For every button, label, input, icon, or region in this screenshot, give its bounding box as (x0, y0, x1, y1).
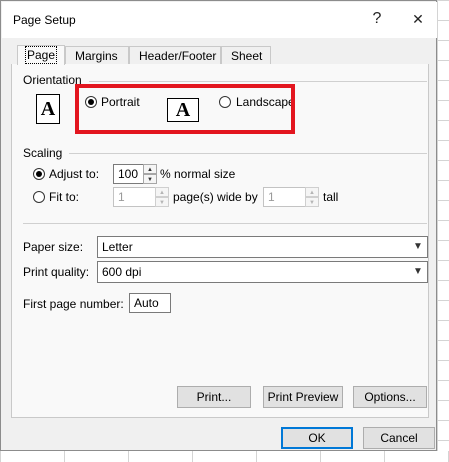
spin-down-icon[interactable]: ▼ (305, 197, 319, 207)
adjust-to-label[interactable]: Adjust to: (49, 167, 99, 181)
fit-to-radio[interactable] (33, 191, 45, 203)
adjust-to-spin-buttons[interactable]: ▲ ▼ (143, 164, 157, 184)
tab-page[interactable]: Page (17, 45, 65, 65)
tab-page-label: Page (24, 46, 58, 64)
tab-sheet-label: Sheet (231, 49, 263, 63)
portrait-radio[interactable] (85, 96, 97, 108)
fit-wide-value: 1 (118, 190, 125, 204)
landscape-page-icon: A (167, 98, 199, 122)
orientation-separator (89, 81, 427, 82)
fit-tall-spin-buttons[interactable]: ▲ ▼ (305, 187, 319, 207)
print-preview-button[interactable]: Print Preview (263, 386, 343, 408)
adjust-to-suffix: % normal size (160, 167, 236, 181)
paper-size-dropdown[interactable]: Letter ▼ (97, 236, 428, 258)
paper-size-value: Letter (102, 240, 133, 254)
spreadsheet-grid-edge (437, 0, 449, 462)
dropdown-arrow-icon[interactable]: ▼ (409, 262, 427, 282)
landscape-radio[interactable] (219, 96, 231, 108)
spin-up-icon[interactable]: ▲ (155, 187, 169, 197)
tab-margins[interactable]: Margins (65, 46, 129, 64)
orientation-heading: Orientation (23, 73, 82, 87)
portrait-label[interactable]: Portrait (101, 95, 140, 109)
spin-down-icon[interactable]: ▼ (143, 174, 157, 184)
scaling-heading: Scaling (23, 146, 63, 160)
print-button[interactable]: Print... (177, 386, 251, 408)
scaling-bottom-separator (23, 223, 427, 224)
spin-down-icon[interactable]: ▼ (155, 197, 169, 207)
first-page-number-field[interactable]: Auto (129, 293, 171, 313)
help-icon[interactable]: ? (359, 3, 395, 35)
adjust-to-radio[interactable] (33, 168, 45, 180)
portrait-page-icon: A (36, 94, 60, 124)
adjust-to-value: 100 (118, 167, 139, 181)
ok-button[interactable]: OK (281, 427, 353, 449)
fit-wide-spin-buttons[interactable]: ▲ ▼ (155, 187, 169, 207)
title-bar: Page Setup ? ✕ (2, 2, 437, 38)
tab-margins-label: Margins (75, 49, 118, 63)
fit-tall-suffix: tall (323, 190, 339, 204)
options-button[interactable]: Options... (353, 386, 427, 408)
print-quality-dropdown[interactable]: 600 dpi ▼ (97, 261, 428, 283)
first-page-number-label: First page number: (23, 297, 124, 311)
close-icon[interactable]: ✕ (400, 3, 436, 35)
fit-tall-value: 1 (268, 190, 275, 204)
page-setup-dialog: Page Setup ? ✕ Page Margins Header/Foote… (0, 0, 437, 451)
tab-header-footer[interactable]: Header/Footer (129, 46, 221, 64)
landscape-label[interactable]: Landscape (236, 95, 295, 109)
tab-sheet[interactable]: Sheet (221, 46, 271, 64)
dialog-title: Page Setup (13, 13, 76, 27)
print-quality-value: 600 dpi (102, 265, 142, 279)
fit-wide-suffix: page(s) wide by (173, 190, 258, 204)
spreadsheet-grid-bottom-edge (0, 451, 449, 462)
scaling-separator (69, 153, 427, 154)
print-quality-label: Print quality: (23, 265, 90, 279)
dropdown-arrow-icon[interactable]: ▼ (409, 237, 427, 257)
spin-up-icon[interactable]: ▲ (305, 187, 319, 197)
fit-to-label[interactable]: Fit to: (49, 190, 79, 204)
first-page-number-value: Auto (134, 296, 159, 310)
tab-header-footer-label: Header/Footer (139, 49, 217, 63)
spin-up-icon[interactable]: ▲ (143, 164, 157, 174)
paper-size-label: Paper size: (23, 240, 84, 254)
cancel-button[interactable]: Cancel (363, 427, 435, 449)
